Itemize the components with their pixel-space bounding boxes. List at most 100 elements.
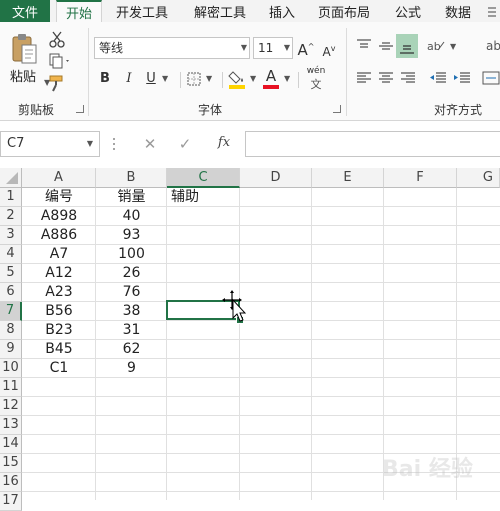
row-header[interactable]: 17 bbox=[0, 492, 22, 511]
column-header-c[interactable]: C bbox=[167, 168, 240, 188]
cell-a7[interactable]: B56 bbox=[22, 302, 96, 321]
row-header[interactable]: 10 bbox=[0, 359, 22, 378]
align-right-icon[interactable] bbox=[399, 70, 417, 86]
row-header[interactable]: 4 bbox=[0, 245, 22, 264]
column-header-g[interactable]: G bbox=[457, 168, 500, 188]
shrink-font-icon[interactable]: Av bbox=[320, 40, 338, 61]
copy-icon[interactable] bbox=[48, 52, 72, 70]
align-top-icon[interactable] bbox=[355, 38, 373, 54]
clipboard-launcher-icon[interactable] bbox=[76, 105, 84, 113]
font-color-dropdown-icon[interactable]: ▼ bbox=[284, 74, 290, 83]
enter-formula-button[interactable]: ✓ bbox=[175, 135, 195, 153]
cell-b1[interactable]: 销量 bbox=[96, 188, 167, 207]
tab-insert[interactable]: 插入 bbox=[262, 0, 302, 22]
cancel-formula-button[interactable]: ✕ bbox=[140, 135, 160, 153]
cut-icon[interactable] bbox=[48, 30, 66, 48]
row-header[interactable]: 6 bbox=[0, 283, 22, 302]
tab-developer[interactable]: 开发工具 bbox=[108, 0, 176, 22]
tab-formulas[interactable]: 公式 bbox=[388, 0, 428, 22]
bold-button[interactable]: B bbox=[98, 70, 112, 88]
paste-icon[interactable] bbox=[10, 33, 38, 65]
cell-b4[interactable]: 100 bbox=[96, 245, 167, 264]
merge-center-icon[interactable] bbox=[482, 70, 500, 86]
chevron-down-icon[interactable]: ▼ bbox=[241, 38, 247, 58]
borders-icon[interactable] bbox=[186, 71, 202, 87]
align-center-icon[interactable] bbox=[377, 70, 395, 86]
tab-home[interactable]: 开始 bbox=[56, 0, 102, 22]
decrease-indent-icon[interactable] bbox=[428, 70, 448, 86]
column-header-a[interactable]: A bbox=[22, 168, 96, 188]
row-header[interactable]: 15 bbox=[0, 454, 22, 473]
phonetic-guide-icon[interactable]: wén 文 bbox=[304, 66, 328, 91]
cell-a8[interactable]: B23 bbox=[22, 321, 96, 340]
cell-b3[interactable]: 93 bbox=[96, 226, 167, 245]
fill-color-dropdown-icon[interactable]: ▼ bbox=[250, 74, 256, 83]
font-launcher-icon[interactable] bbox=[333, 105, 341, 113]
align-middle-icon[interactable] bbox=[377, 38, 395, 54]
cell-b5[interactable]: 26 bbox=[96, 264, 167, 283]
italic-button[interactable]: I bbox=[122, 70, 136, 88]
insert-function-button[interactable]: fx bbox=[212, 134, 236, 152]
wrap-text-icon[interactable]: ab bbox=[484, 36, 500, 56]
cell-a4[interactable]: A7 bbox=[22, 245, 96, 264]
row-header[interactable]: 1 bbox=[0, 188, 22, 207]
more-tabs-icon[interactable] bbox=[484, 4, 500, 18]
cell-b9[interactable]: 62 bbox=[96, 340, 167, 359]
increase-indent-icon[interactable] bbox=[452, 70, 472, 86]
cell-c1[interactable]: 辅助 bbox=[167, 188, 240, 207]
column-header-d[interactable]: D bbox=[240, 168, 312, 188]
cell-b7[interactable]: 38 bbox=[96, 302, 167, 321]
fill-color-icon[interactable] bbox=[228, 68, 248, 90]
tab-decrypt-tools[interactable]: 解密工具 bbox=[186, 0, 254, 22]
cell-a5[interactable]: A12 bbox=[22, 264, 96, 283]
underline-dropdown-icon[interactable]: ▼ bbox=[162, 74, 168, 83]
paste-label[interactable]: 粘贴 bbox=[10, 66, 40, 85]
font-name-combo[interactable]: 等线 ▼ bbox=[94, 37, 250, 59]
grow-font-icon[interactable]: A^ bbox=[297, 38, 315, 59]
tab-file[interactable]: 文件 bbox=[0, 0, 50, 22]
column-header-e[interactable]: E bbox=[312, 168, 384, 188]
watermark-logo: Bai 经验 bbox=[360, 448, 500, 488]
font-color-icon[interactable]: A bbox=[262, 67, 280, 89]
formula-input[interactable] bbox=[245, 131, 500, 157]
orientation-dropdown-icon[interactable]: ▼ bbox=[450, 42, 456, 51]
cell-a2[interactable]: A898 bbox=[22, 207, 96, 226]
row-header[interactable]: 12 bbox=[0, 397, 22, 416]
cell-b6[interactable]: 76 bbox=[96, 283, 167, 302]
tab-data[interactable]: 数据 bbox=[436, 0, 480, 22]
column-header-f[interactable]: F bbox=[384, 168, 457, 188]
formula-bar-grip-icon[interactable] bbox=[112, 134, 116, 154]
row-header[interactable]: 14 bbox=[0, 435, 22, 454]
align-left-icon[interactable] bbox=[355, 70, 373, 86]
cell-a10[interactable]: C1 bbox=[22, 359, 96, 378]
column-header-b[interactable]: B bbox=[96, 168, 167, 188]
row-header[interactable]: 3 bbox=[0, 226, 22, 245]
chevron-down-icon[interactable]: ▼ bbox=[284, 38, 290, 58]
orientation-icon[interactable]: ab bbox=[426, 38, 446, 54]
chevron-down-icon[interactable]: ▼ bbox=[87, 132, 93, 156]
row-header[interactable]: 5 bbox=[0, 264, 22, 283]
select-all-corner[interactable] bbox=[0, 168, 22, 188]
cell-b10[interactable]: 9 bbox=[96, 359, 167, 378]
row-header[interactable]: 8 bbox=[0, 321, 22, 340]
cell-b2[interactable]: 40 bbox=[96, 207, 167, 226]
row-header[interactable]: 11 bbox=[0, 378, 22, 397]
gridline bbox=[22, 396, 500, 397]
borders-dropdown-icon[interactable]: ▼ bbox=[206, 74, 212, 83]
row-header[interactable]: 9 bbox=[0, 340, 22, 359]
format-painter-icon[interactable] bbox=[48, 74, 66, 92]
row-header[interactable]: 2 bbox=[0, 207, 22, 226]
cell-a6[interactable]: A23 bbox=[22, 283, 96, 302]
align-bottom-icon[interactable] bbox=[396, 34, 418, 58]
row-header[interactable]: 16 bbox=[0, 473, 22, 492]
tab-page-layout[interactable]: 页面布局 bbox=[310, 0, 378, 22]
cell-b8[interactable]: 31 bbox=[96, 321, 167, 340]
name-box[interactable]: C7 ▼ bbox=[0, 131, 100, 157]
cell-a3[interactable]: A886 bbox=[22, 226, 96, 245]
cell-a9[interactable]: B45 bbox=[22, 340, 96, 359]
cell-a1[interactable]: 编号 bbox=[22, 188, 96, 207]
row-header[interactable]: 7 bbox=[0, 302, 22, 321]
font-size-combo[interactable]: 11 ▼ bbox=[253, 37, 293, 59]
row-header[interactable]: 13 bbox=[0, 416, 22, 435]
underline-button[interactable]: U bbox=[144, 70, 158, 88]
